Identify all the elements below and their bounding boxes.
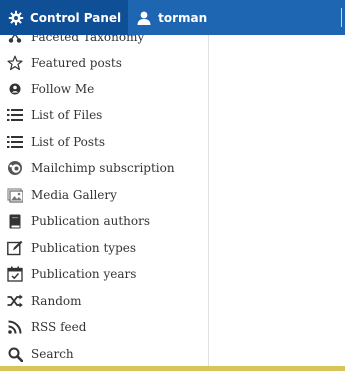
list-icon — [6, 133, 24, 151]
menu-item-label: Search — [31, 347, 74, 361]
menu-item-label: List of Files — [31, 108, 103, 122]
menu-item-label: Mailchimp subscription — [31, 161, 175, 175]
page-content-area — [209, 35, 345, 366]
menu-item-publication-types[interactable]: Publication types — [6, 238, 136, 258]
menu-item-rss-feed[interactable]: RSS feed — [6, 317, 86, 337]
menu-item-search[interactable]: Search — [6, 344, 74, 364]
menu-item-label: Featured posts — [31, 56, 122, 70]
gallery-icon — [6, 186, 24, 204]
menu-item-featured-posts[interactable]: Featured posts — [6, 53, 122, 73]
menu-item-label: Publication types — [31, 241, 137, 255]
page-footer-strip — [0, 366, 345, 371]
menu-item-label: Publication years — [31, 267, 137, 281]
book-icon — [6, 212, 24, 230]
user-icon — [136, 10, 152, 26]
calendar-icon — [6, 265, 24, 283]
control-panel-button[interactable]: Control Panel — [0, 0, 129, 35]
widget-menu: Faceted Taxonomy Featured posts Follow M… — [0, 35, 209, 371]
menu-item-list-of-files[interactable]: List of Files — [6, 105, 102, 125]
menu-item-publication-years[interactable]: Publication years — [6, 264, 136, 284]
star-icon — [6, 54, 24, 72]
control-panel-label: Control Panel — [30, 10, 122, 25]
edit-icon — [6, 239, 24, 257]
toolbar-divider — [341, 8, 342, 27]
list-icon — [6, 106, 24, 124]
admin-toolbar: Control Panel torman — [0, 0, 345, 35]
user-name-label: torman — [158, 10, 208, 25]
menu-item-media-gallery[interactable]: Media Gallery — [6, 185, 117, 205]
rss-icon — [6, 318, 24, 336]
menu-item-label: Publication authors — [31, 214, 151, 228]
follow-icon — [6, 80, 24, 98]
menu-item-label: Random — [31, 294, 82, 308]
menu-item-publication-authors[interactable]: Publication authors — [6, 211, 150, 231]
menu-item-label: Faceted Taxonomy — [31, 35, 145, 44]
gear-icon — [8, 10, 24, 26]
shuffle-icon — [6, 292, 24, 310]
taxonomy-icon — [6, 35, 24, 46]
mailchimp-icon — [6, 159, 24, 177]
menu-item-mailchimp-subscription[interactable]: Mailchimp subscription — [6, 158, 175, 178]
menu-item-label: RSS feed — [31, 320, 87, 334]
search-icon — [6, 345, 24, 363]
user-menu-button[interactable]: torman — [128, 0, 215, 35]
menu-item-label: Follow Me — [31, 82, 95, 96]
menu-item-follow-me[interactable]: Follow Me — [6, 79, 94, 99]
menu-item-label: List of Posts — [31, 135, 106, 149]
menu-item-random[interactable]: Random — [6, 291, 81, 311]
menu-item-label: Media Gallery — [31, 188, 117, 202]
menu-item-faceted-taxonomy[interactable]: Faceted Taxonomy — [6, 35, 144, 47]
menu-item-list-of-posts[interactable]: List of Posts — [6, 132, 105, 152]
